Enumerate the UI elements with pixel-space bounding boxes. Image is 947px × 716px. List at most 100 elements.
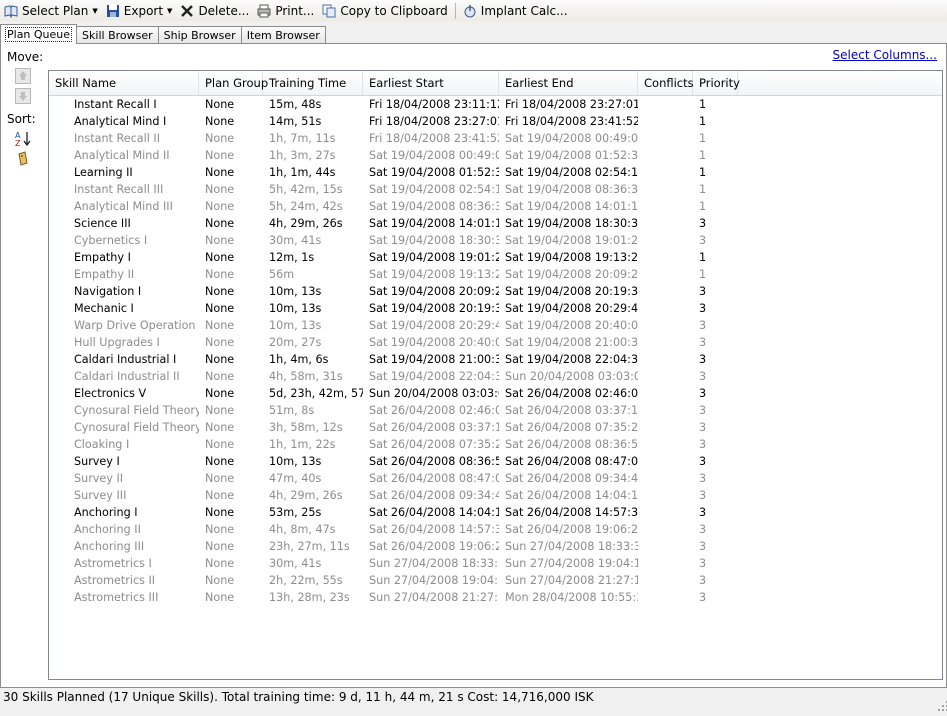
export-button[interactable]: Export ▼ [102,0,177,21]
table-row[interactable]: Analytical Mind III None 5h, 24m, 42s Sat 1… [49,198,942,215]
table-row[interactable]: Instant Recall I None 15m, 48s Fri 18/04/20… [49,96,942,113]
earliest-end-cell: Sat 19/04/2008 14:01:13 [505,200,638,213]
print-button[interactable]: Print... [253,0,318,21]
earliest-start-cell: Sat 19/04/2008 22:04:37 [369,370,499,383]
tab-skill-browser[interactable]: Skill Browser [76,26,159,44]
column-header-plan-group[interactable]: Plan Group [199,71,268,95]
sort-priority-icon[interactable] [15,150,31,166]
select-columns-link[interactable]: Select Columns... [833,48,937,62]
earliest-end-cell: Sat 19/04/2008 20:40:03 [505,319,638,332]
table-row[interactable]: Cybernetics I None 30m, 41s Sat 19/04/2008 … [49,232,942,249]
table-row[interactable]: Analytical Mind I None 14m, 51s Fri 18/04/2… [49,113,942,130]
training-time-cell: 1h, 1m, 44s [269,166,336,179]
table-row[interactable]: Astrometrics III None 13h, 28m, 23s Sun 27/… [49,589,942,606]
table-row[interactable]: Anchoring III None 23h, 27m, 11s Sat 26/04/… [49,538,942,555]
skill-plan-list[interactable]: Skill Name Plan Group Training Time Earl… [48,70,943,680]
column-header-earliest-end[interactable]: Earliest End [499,71,638,95]
table-row[interactable]: Caldari Industrial I None 1h, 4m, 6s Sat 19… [49,351,942,368]
priority-cell: 3 [699,387,707,400]
table-row[interactable]: Survey III None 4h, 29m, 26s Sat 26/04/2008… [49,487,942,504]
earliest-end-cell: Sat 19/04/2008 01:52:31 [505,149,638,162]
skill-name-cell: Anchoring III [74,540,145,553]
table-row[interactable]: Cloaking I None 1h, 1m, 22s Sat 26/04/2008 … [49,436,942,453]
table-row[interactable]: Empathy I None 12m, 1s Sat 19/04/2008 19:01… [49,249,942,266]
table-row[interactable]: Cynosural Field Theory II None 3h, 58m, 12… [49,419,942,436]
earliest-start-cell: Fri 18/04/2008 23:11:12 [369,98,499,111]
conflicts-cell [638,181,693,198]
plan-group-cell: None [205,455,235,468]
conflicts-cell [638,283,693,300]
earliest-end-cell: Sun 27/04/2008 19:04:15 [505,557,638,570]
column-header-earliest-start[interactable]: Earliest Start [363,71,499,95]
training-time-cell: 13h, 28m, 23s [269,591,350,604]
skill-name-cell: Instant Recall III [74,183,164,196]
tab-item-browser[interactable]: Item Browser [240,26,326,44]
plan-group-cell: None [205,319,235,332]
table-row[interactable]: Warp Drive Operation I None 10m, 13s Sat 19… [49,317,942,334]
move-up-icon[interactable] [15,68,31,84]
column-header-skill-name[interactable]: Skill Name [49,71,199,95]
table-row[interactable]: Anchoring II None 4h, 8m, 47s Sat 26/04/200… [49,521,942,538]
skill-name-cell: Astrometrics I [74,557,152,570]
plan-group-cell: None [205,472,235,485]
priority-cell: 3 [699,370,707,383]
tab-plan-queue[interactable]: Plan Queue [0,24,78,44]
table-row[interactable]: Astrometrics II None 2h, 22m, 55s Sun 27/04… [49,572,942,589]
column-header-training-time[interactable]: Training Time [263,71,363,95]
table-row[interactable]: Survey I None 10m, 13s Sat 26/04/2008 08:36… [49,453,942,470]
table-row[interactable]: Hull Upgrades I None 20m, 27s Sat 19/04/200… [49,334,942,351]
conflicts-cell [638,334,693,351]
training-time-cell: 4h, 58m, 31s [269,370,343,383]
table-row[interactable]: Analytical Mind II None 1h, 3m, 27s Sat 19/… [49,147,942,164]
earliest-start-cell: Sun 27/04/2008 18:33:34 [369,557,499,570]
plan-group-cell: None [205,591,235,604]
priority-cell: 1 [699,98,707,111]
table-row[interactable]: Astrometrics I None 30m, 41s Sun 27/04/2008… [49,555,942,572]
conflicts-cell [638,453,693,470]
skill-name-cell: Survey II [74,472,124,485]
earliest-end-cell: Sat 19/04/2008 20:19:35 [505,285,638,298]
table-row[interactable]: Learning II None 1h, 1m, 44s Sat 19/04/2008… [49,164,942,181]
table-row[interactable]: Anchoring I None 53m, 25s Sat 26/04/2008 14… [49,504,942,521]
skill-name-cell: Science III [74,217,131,230]
resize-grip-icon[interactable] [938,698,947,711]
table-row[interactable]: Mechanic I None 10m, 13s Sat 19/04/2008 20:… [49,300,942,317]
priority-cell: 3 [699,574,707,587]
table-row[interactable]: Instant Recall III None 5h, 42m, 15s Sat 19… [49,181,942,198]
column-header-priority[interactable]: Priority [693,71,740,95]
select-plan-label: Select Plan [22,3,89,18]
earliest-end-cell: Sat 19/04/2008 08:36:30 [505,183,638,196]
earliest-start-cell: Sat 26/04/2008 02:46:05 [369,404,499,417]
table-row[interactable]: Electronics V None 5d, 23h, 42m, 57s Sun 20… [49,385,942,402]
table-row[interactable]: Instant Recall II None 1h, 7m, 11s Fri 18/0… [49,130,942,147]
plan-group-cell: None [205,115,235,128]
table-row[interactable]: Caldari Industrial II None 4h, 58m, 31s Sat… [49,368,942,385]
plan-group-cell: None [205,217,235,230]
priority-cell: 3 [699,421,707,434]
select-plan-button[interactable]: Select Plan ▼ [0,0,102,21]
priority-cell: 3 [699,489,707,502]
sort-az-icon[interactable]: AZ [15,130,31,148]
conflicts-cell [638,589,693,606]
earliest-end-cell: Sat 19/04/2008 21:00:30 [505,336,638,349]
table-row[interactable]: Survey II None 47m, 40s Sat 26/04/2008 08:4… [49,470,942,487]
conflicts-cell [638,436,693,453]
table-row[interactable]: Science III None 4h, 29m, 26s Sat 19/04/200… [49,215,942,232]
earliest-end-cell: Sat 26/04/2008 03:37:14 [505,404,638,417]
table-row[interactable]: Navigation I None 10m, 13s Sat 19/04/2008 2… [49,283,942,300]
earliest-end-cell: Fri 18/04/2008 23:27:01 [505,98,638,111]
delete-button[interactable]: Delete... [176,0,253,21]
column-header-conflicts[interactable]: Conflicts [638,71,694,95]
move-down-icon[interactable] [15,88,31,104]
plan-group-cell: None [205,370,235,383]
skill-name-cell: Cloaking I [74,438,130,451]
earliest-end-cell: Fri 18/04/2008 23:41:52 [505,115,638,128]
print-label: Print... [275,3,315,18]
copy-to-clipboard-button[interactable]: Copy to Clipboard [318,0,451,21]
implant-calc-button[interactable]: Implant Calc... [459,0,572,21]
tab-ship-browser[interactable]: Ship Browser [157,26,242,44]
table-row[interactable]: Cynosural Field Theory I None 51m, 8s Sat 2… [49,402,942,419]
training-time-cell: 3h, 58m, 12s [269,421,343,434]
table-row[interactable]: Empathy II None 56m Sat 19/04/2008 19:13:21… [49,266,942,283]
priority-cell: 3 [699,540,707,553]
